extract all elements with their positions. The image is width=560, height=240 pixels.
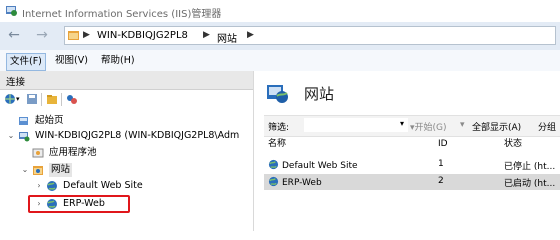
site-icon — [68, 31, 79, 40]
connect-globe-icon[interactable] — [4, 93, 16, 105]
breadcrumb-arrow-icon[interactable]: ▶ — [203, 30, 210, 40]
highlight-box — [28, 195, 130, 213]
tree-label[interactable]: 起始页 — [35, 114, 64, 128]
globe-icon — [268, 159, 279, 170]
connections-toolbar: ▾ — [0, 90, 253, 109]
site-status-cell: 已启动 (ht... — [504, 179, 556, 189]
site-name-cell: Default Web Site — [268, 159, 358, 171]
expanded-chevron-icon[interactable]: ⌄ — [6, 129, 16, 143]
menu-file[interactable]: 文件(F) — [6, 53, 46, 71]
sites-main-pane: 网站 筛选: ▾ ▾开始(G) ▾ 全部显示(A) 分组 名称 ID 状态 De… — [254, 71, 560, 231]
site-name: ERP-Web — [282, 178, 322, 188]
back-button[interactable]: ← — [4, 28, 24, 44]
title-bar: Internet Information Services (IIS)管理器 — [0, 0, 560, 22]
tree-label[interactable]: WIN-KDBIQJG2PL8 (WIN-KDBIQJG2PL8\Adm — [35, 129, 239, 143]
globe-icon — [47, 181, 57, 191]
breadcrumb-arrow-icon[interactable]: ▶ — [83, 30, 90, 40]
collapsed-chevron-icon[interactable]: › — [34, 179, 44, 193]
filter-bar: 筛选: ▾ ▾开始(G) ▾ 全部显示(A) 分组 — [264, 115, 560, 137]
site-status-cell: 已停止 (ht... — [504, 162, 556, 172]
start-page-icon — [19, 117, 28, 125]
column-header-name[interactable]: 名称 — [268, 137, 286, 152]
menu-help[interactable]: 帮助(H) — [98, 53, 138, 69]
breadcrumb-arrow-icon[interactable]: ▶ — [247, 30, 254, 40]
column-header-id[interactable]: ID — [438, 137, 448, 152]
site-name: Default Web Site — [282, 161, 358, 171]
connections-title: 连接 — [6, 77, 26, 88]
folder-icon[interactable] — [46, 93, 58, 105]
column-header-status[interactable]: 状态 — [504, 137, 522, 152]
server-icon — [19, 132, 30, 142]
table-row[interactable]: Default Web Site 1 已停止 (ht... — [264, 157, 560, 173]
site-name-cell: ERP-Web — [268, 176, 322, 188]
tree-label[interactable]: 网站 — [49, 163, 73, 177]
show-all-label: 全部显示(A) — [472, 123, 522, 133]
globe-icon — [268, 176, 279, 187]
site-id-cell: 2 — [438, 176, 444, 186]
iis-app-icon — [6, 6, 17, 16]
connections-header: 连接 — [0, 71, 253, 90]
filter-label: 筛选: — [268, 123, 290, 133]
breadcrumb-sites[interactable]: 网站 — [217, 30, 237, 45]
connections-icon[interactable] — [66, 93, 78, 105]
tree-label[interactable]: 应用程序池 — [49, 146, 97, 160]
start-label: 开始(G) — [414, 123, 447, 133]
filter-dropdown-icon[interactable]: ▾ — [400, 119, 404, 128]
start-filter-button[interactable]: ▾开始(G) — [410, 120, 447, 133]
address-bar: ← → ▶ WIN-KDBIQJG2PL8 ▶ 网站 ▶ — [0, 22, 560, 50]
breadcrumb-server[interactable]: WIN-KDBIQJG2PL8 — [97, 30, 188, 41]
tree-label[interactable]: Default Web Site — [63, 179, 143, 193]
forward-button[interactable]: → — [32, 28, 52, 44]
menu-view[interactable]: 视图(V) — [52, 53, 91, 69]
group-by-button[interactable]: 分组 — [538, 120, 556, 133]
sites-folder-icon — [33, 166, 43, 175]
separator-icon: ▾ — [460, 120, 465, 130]
window-title: Internet Information Services (IIS)管理器 — [22, 9, 222, 20]
breadcrumb[interactable]: ▶ WIN-KDBIQJG2PL8 ▶ 网站 ▶ — [64, 26, 556, 45]
dropdown-arrow-icon[interactable]: ▾ — [16, 95, 20, 103]
menu-bar: 文件(F) 视图(V) 帮助(H) — [0, 50, 560, 71]
show-all-button[interactable]: 全部显示(A) — [472, 120, 521, 133]
expanded-chevron-icon[interactable]: ⌄ — [20, 163, 30, 177]
save-icon[interactable] — [26, 93, 38, 105]
table-row[interactable]: ERP-Web 2 已启动 (ht... — [264, 174, 560, 190]
filter-input[interactable] — [304, 118, 408, 132]
page-title: 网站 — [304, 85, 335, 103]
sites-page-icon — [267, 85, 288, 103]
site-id-cell: 1 — [438, 159, 444, 169]
app-pool-icon — [32, 148, 44, 158]
